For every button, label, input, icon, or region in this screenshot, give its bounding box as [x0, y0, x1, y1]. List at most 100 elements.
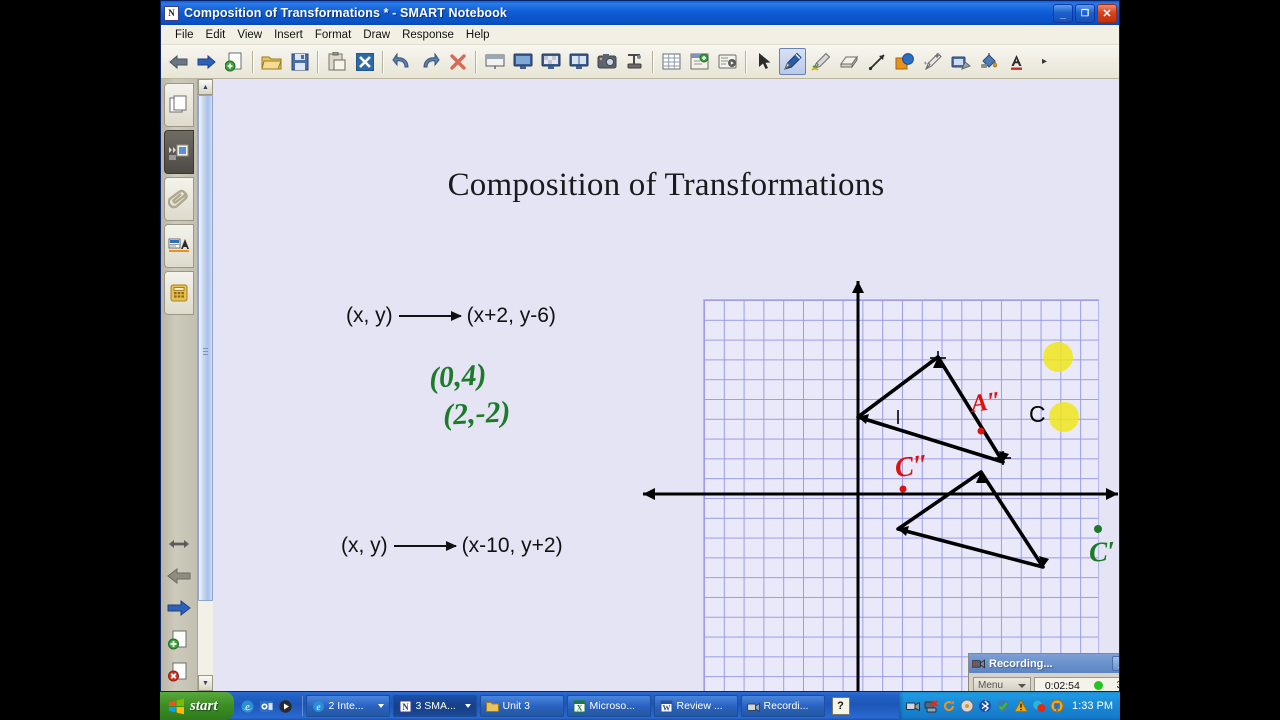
clear-page-icon[interactable]: [444, 48, 471, 75]
notebook-page-canvas[interactable]: Composition of Transformations (x, y) (x…: [213, 79, 1119, 691]
show-hide-screen-shade-icon[interactable]: [481, 48, 508, 75]
creative-pen-icon[interactable]: [807, 48, 834, 75]
save-icon[interactable]: [286, 48, 313, 75]
menu-file[interactable]: File: [169, 28, 200, 42]
paste-icon[interactable]: [323, 48, 350, 75]
taskbar-item-review[interactable]: W Review ...: [653, 695, 738, 717]
resize-handle-icon[interactable]: [166, 531, 192, 557]
toolbar-overflow-icon[interactable]: ▸: [1031, 48, 1058, 75]
menu-response[interactable]: Response: [396, 28, 460, 42]
toolbar-separator: [382, 50, 384, 73]
transparent-background-icon[interactable]: [537, 48, 564, 75]
shapes-icon[interactable]: [891, 48, 918, 75]
windows-logo-icon: [169, 698, 184, 714]
attachments-tab[interactable]: [164, 177, 194, 221]
menu-format[interactable]: Format: [309, 28, 357, 42]
outlook-icon[interactable]: [259, 699, 274, 714]
back-arrow-icon[interactable]: [166, 563, 192, 589]
rule-2-lhs: (x, y): [341, 534, 388, 557]
side-tab-bar: [161, 79, 197, 691]
properties-tab[interactable]: [164, 224, 194, 268]
restore-button[interactable]: ❐: [1075, 3, 1095, 23]
previous-page-icon[interactable]: [165, 48, 192, 75]
lines-icon[interactable]: [863, 48, 890, 75]
rule-2-rhs: (x-10, y+2): [461, 534, 563, 557]
bluetooth-icon[interactable]: [978, 699, 992, 713]
help-button[interactable]: ?: [831, 697, 850, 715]
add-ons-tab[interactable]: [164, 271, 194, 315]
recording-widget-title-bar: Recording... _ ❐ ✕: [969, 654, 1119, 673]
taskbar-item-recording[interactable]: Recordi...: [740, 695, 825, 717]
eraser-icon[interactable]: [835, 48, 862, 75]
fill-icon[interactable]: [975, 48, 1002, 75]
vertex-highlight-a: [1043, 342, 1073, 372]
add-page-icon[interactable]: [221, 48, 248, 75]
magic-pen-icon[interactable]: [919, 48, 946, 75]
page-sorter-tab[interactable]: [164, 83, 194, 127]
insert-table-icon[interactable]: [658, 48, 685, 75]
insert-object-icon[interactable]: [686, 48, 713, 75]
menu-view[interactable]: View: [231, 28, 268, 42]
antivirus-icon[interactable]: [996, 699, 1010, 713]
full-screen-icon[interactable]: [509, 48, 536, 75]
messenger-icon[interactable]: [1032, 699, 1046, 713]
toolbar-separator: [475, 50, 477, 73]
scroll-down-button[interactable]: ▼: [198, 675, 213, 691]
recording-widget[interactable]: Recording... _ ❐ ✕ Menu 0:02:54: [968, 653, 1119, 691]
recording-minimize-button[interactable]: _: [1112, 656, 1119, 671]
scrollbar-track[interactable]: [198, 95, 213, 675]
close-button[interactable]: ✕: [1097, 3, 1117, 23]
taskbar-item-microsoft[interactable]: X Microso...: [566, 695, 651, 717]
menu-insert[interactable]: Insert: [268, 28, 309, 42]
undo-icon[interactable]: [388, 48, 415, 75]
recorder-tray-icon[interactable]: [906, 699, 921, 713]
vertex-highlight-c: [1049, 402, 1079, 432]
media-player-icon[interactable]: [278, 699, 293, 714]
delete-page-icon[interactable]: [166, 659, 192, 685]
smart-board-icon[interactable]: [1050, 699, 1064, 713]
menu-help[interactable]: Help: [460, 28, 496, 42]
pen-icon[interactable]: [779, 48, 806, 75]
screen: N Composition of Transformations * - SMA…: [0, 0, 1280, 720]
open-file-icon[interactable]: [258, 48, 285, 75]
internet-explorer-icon[interactable]: e: [240, 699, 255, 714]
scroll-up-button[interactable]: ▲: [198, 79, 213, 95]
start-button[interactable]: start: [160, 692, 234, 720]
notebook-icon: N: [399, 700, 412, 712]
slideshow-icon[interactable]: [714, 48, 741, 75]
recording-menu-dropdown[interactable]: Menu: [973, 677, 1031, 691]
chevron-down-icon[interactable]: [464, 704, 471, 708]
toolbar-separator: [317, 50, 319, 73]
menu-edit[interactable]: Edit: [200, 28, 232, 42]
sync-icon[interactable]: [942, 699, 956, 713]
forward-arrow-icon[interactable]: [166, 595, 192, 621]
dual-page-display-icon[interactable]: [565, 48, 592, 75]
gallery-tab[interactable]: [164, 130, 194, 174]
network-disconnected-icon[interactable]: [924, 699, 938, 713]
page-scrollbar[interactable]: ▲ ▼: [197, 79, 213, 691]
select-pointer-icon[interactable]: [751, 48, 778, 75]
taskbar-item-internet-explorer[interactable]: e 2 Inte...: [305, 695, 390, 717]
taskbar-item-smart-notebook[interactable]: N 3 SMA...: [392, 695, 477, 717]
disc-icon[interactable]: [960, 699, 974, 713]
system-clock[interactable]: 1:33 PM: [1072, 700, 1113, 712]
minimize-button[interactable]: _: [1053, 3, 1073, 23]
coordinate-grid: [703, 299, 1099, 691]
document-camera-icon[interactable]: [621, 48, 648, 75]
recording-status-led: [1093, 681, 1103, 690]
scrollbar-thumb[interactable]: [198, 95, 213, 601]
chevron-down-icon[interactable]: [377, 704, 384, 708]
font-color-icon[interactable]: [1003, 48, 1030, 75]
taskbar-item-unit3[interactable]: Unit 3: [479, 695, 564, 717]
shape-recognition-pen-icon[interactable]: [947, 48, 974, 75]
redo-icon[interactable]: [416, 48, 443, 75]
menu-draw[interactable]: Draw: [357, 28, 396, 42]
screen-capture-icon[interactable]: [593, 48, 620, 75]
new-page-icon[interactable]: [166, 627, 192, 653]
delete-icon[interactable]: [351, 48, 378, 75]
svg-text:e: e: [316, 702, 320, 712]
recorder-icon: [746, 702, 760, 712]
next-page-icon[interactable]: [193, 48, 220, 75]
svg-text:W: W: [662, 703, 670, 712]
warning-icon[interactable]: [1014, 699, 1029, 713]
